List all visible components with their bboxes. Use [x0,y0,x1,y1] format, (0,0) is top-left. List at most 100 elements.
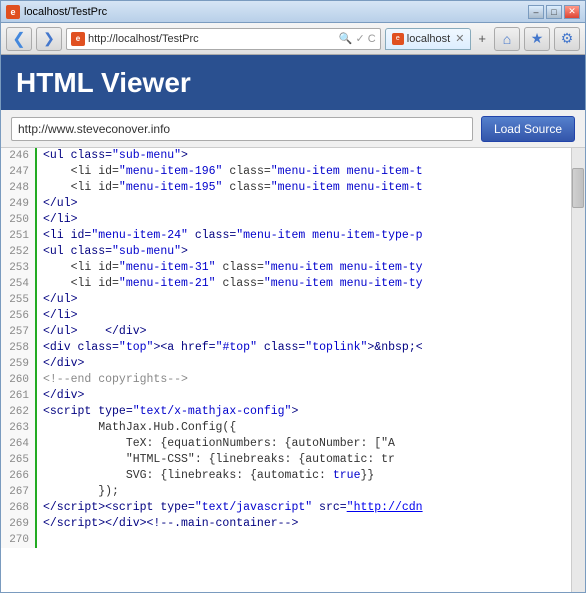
code-line: 265 "HTML-CSS": {linebreaks: {automatic:… [1,452,585,468]
line-content: </li> [37,308,78,324]
close-button[interactable]: ✕ [564,5,580,19]
line-content: <li id="menu-item-31" class="menu-item m… [37,260,423,276]
line-content: TeX: {equationNumbers: {autoNumber: ["A [37,436,395,452]
line-number: 268 [1,500,37,516]
line-content: }); [37,484,119,500]
line-number: 262 [1,404,37,420]
vertical-scrollbar[interactable] [571,148,585,592]
line-content: </ul> [37,196,78,212]
line-number: 248 [1,180,37,196]
line-content: <li id="menu-item-195" class="menu-item … [37,180,423,196]
url-input[interactable] [11,117,473,141]
line-number: 267 [1,484,37,500]
line-content: </li> [37,212,78,228]
code-line: 250</li> [1,212,585,228]
code-line: 270 [1,532,585,548]
scrollbar-thumb[interactable] [572,168,584,208]
browser-toolbar: ❮ ❯ e http://localhost/TestPrc 🔍 ✓ C e l… [1,23,585,55]
line-content: <div class="top"><a href="#top" class="t… [37,340,423,356]
active-tab[interactable]: e localhost ✕ [385,28,472,50]
line-number: 251 [1,228,37,244]
window-controls: – □ ✕ [528,5,580,19]
line-number: 270 [1,532,37,548]
code-line: 269</script></div><!--.main-container--> [1,516,585,532]
code-line: 264 TeX: {equationNumbers: {autoNumber: … [1,436,585,452]
back-button[interactable]: ❮ [6,27,32,51]
window-title: localhost/TestPrc [24,6,107,18]
line-number: 249 [1,196,37,212]
line-number: 263 [1,420,37,436]
code-line: 266 SVG: {linebreaks: {automatic: true}} [1,468,585,484]
search-separator: 🔍 ✓ C [339,32,376,45]
code-line: 248 <li id="menu-item-195" class="menu-i… [1,180,585,196]
address-bar: e http://localhost/TestPrc 🔍 ✓ C [66,28,381,50]
tab-label: localhost [407,33,450,45]
code-line: 256</li> [1,308,585,324]
line-number: 259 [1,356,37,372]
app-header: HTML Viewer [1,55,585,110]
line-content: <ul class="sub-menu"> [37,244,188,260]
line-number: 255 [1,292,37,308]
url-bar: Load Source [1,110,585,148]
code-lines: 246<ul class="sub-menu">247 <li id="menu… [1,148,585,548]
line-content: <script type="text/x-mathjax-config"> [37,404,298,420]
line-content: <li id="menu-item-21" class="menu-item m… [37,276,423,292]
load-source-button[interactable]: Load Source [481,116,575,142]
code-viewer: 246<ul class="sub-menu">247 <li id="menu… [1,148,585,592]
line-content: <li id="menu-item-24" class="menu-item m… [37,228,423,244]
line-content: MathJax.Hub.Config({ [37,420,236,436]
line-number: 260 [1,372,37,388]
code-line: 259</div> [1,356,585,372]
line-number: 247 [1,164,37,180]
line-content: SVG: {linebreaks: {automatic: true}} [37,468,374,484]
favorites-button[interactable]: ★ [524,27,550,51]
title-bar: e localhost/TestPrc – □ ✕ [1,1,585,23]
code-line: 251<li id="menu-item-24" class="menu-ite… [1,228,585,244]
line-number: 256 [1,308,37,324]
title-bar-left: e localhost/TestPrc [6,5,107,19]
code-line: 258<div class="top"><a href="#top" class… [1,340,585,356]
line-number: 269 [1,516,37,532]
code-line: 246<ul class="sub-menu"> [1,148,585,164]
home-button[interactable]: ⌂ [494,27,520,51]
app-title: HTML Viewer [16,67,191,99]
line-number: 257 [1,324,37,340]
minimize-button[interactable]: – [528,5,544,19]
code-line: 252<ul class="sub-menu"> [1,244,585,260]
line-content: <li id="menu-item-196" class="menu-item … [37,164,423,180]
code-line: 263 MathJax.Hub.Config({ [1,420,585,436]
line-content: </div> [37,388,84,404]
line-content: </ul> [37,292,78,308]
code-line: 253 <li id="menu-item-31" class="menu-it… [1,260,585,276]
code-line: 267 }); [1,484,585,500]
browser-icon: e [6,5,20,19]
page-icon: e [71,32,85,46]
line-number: 264 [1,436,37,452]
browser-window: e localhost/TestPrc – □ ✕ ❮ ❯ e http://l… [0,0,586,593]
code-line: 261</div> [1,388,585,404]
line-number: 250 [1,212,37,228]
line-content: <ul class="sub-menu"> [37,148,188,164]
maximize-button[interactable]: □ [546,5,562,19]
code-line: 254 <li id="menu-item-21" class="menu-it… [1,276,585,292]
code-line: 268</script><script type="text/javascrip… [1,500,585,516]
line-number: 253 [1,260,37,276]
new-tab-button[interactable]: + [474,31,490,46]
tab-close-button[interactable]: ✕ [455,32,464,45]
line-content: "HTML-CSS": {linebreaks: {automatic: tr [37,452,395,468]
line-content: </ul> </div> [37,324,147,340]
forward-button[interactable]: ❯ [36,27,62,51]
settings-button[interactable]: ⚙ [554,27,580,51]
code-line: 255</ul> [1,292,585,308]
code-line: 257</ul> </div> [1,324,585,340]
line-number: 254 [1,276,37,292]
code-line: 260<!--end copyrights--> [1,372,585,388]
line-number: 266 [1,468,37,484]
code-line: 247 <li id="menu-item-196" class="menu-i… [1,164,585,180]
line-number: 246 [1,148,37,164]
line-number: 258 [1,340,37,356]
line-number: 261 [1,388,37,404]
line-number: 265 [1,452,37,468]
line-number: 252 [1,244,37,260]
tab-icon: e [392,33,404,45]
